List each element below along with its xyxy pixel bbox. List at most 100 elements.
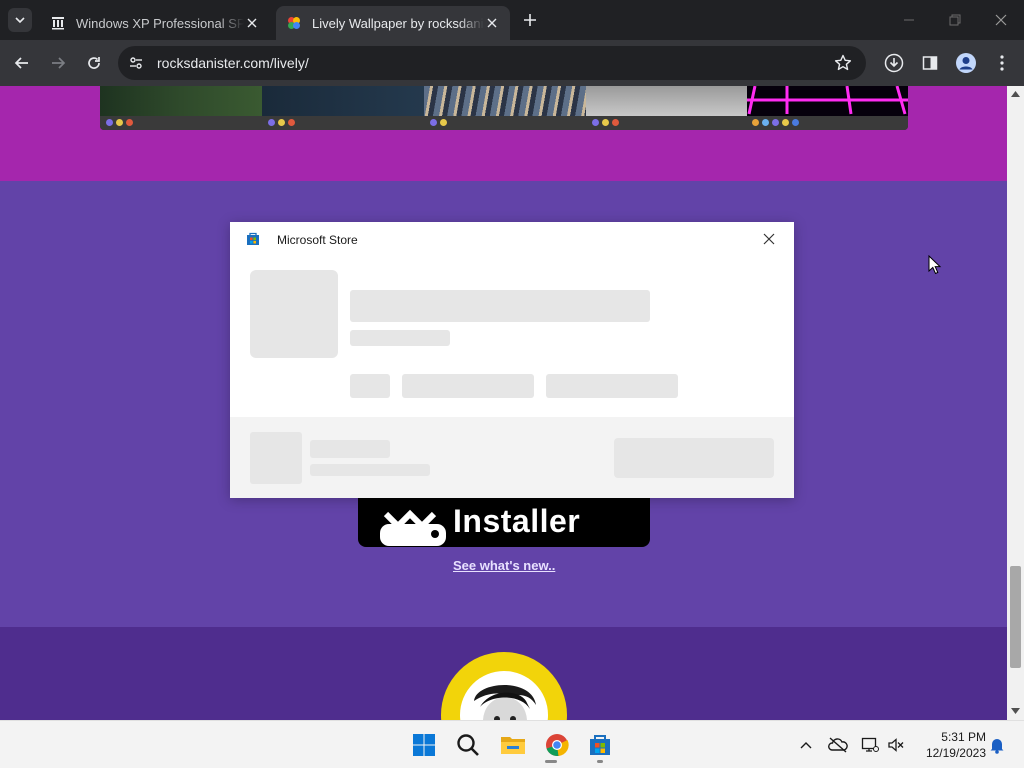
installer-label: Installer — [453, 503, 581, 539]
profile-button[interactable] — [954, 51, 978, 75]
tab-lively-wallpaper[interactable]: Lively Wallpaper by rocksdanister — [276, 6, 510, 40]
publisher-placeholder — [350, 330, 450, 346]
microsoft-store-icon — [247, 232, 259, 245]
minimize-icon — [904, 19, 914, 21]
clock-time: 5:31 PM — [941, 730, 986, 744]
running-indicator — [545, 760, 557, 763]
get-button-placeholder[interactable] — [614, 438, 774, 478]
microsoft-store-dialog: Microsoft Store — [230, 222, 794, 498]
badge-icons — [106, 119, 133, 127]
reload-icon — [88, 57, 100, 69]
scroll-up-icon[interactable] — [1011, 91, 1020, 97]
category-placeholder — [402, 374, 534, 398]
tab-close-button[interactable] — [484, 15, 500, 31]
scrollbar-thumb[interactable] — [1010, 566, 1021, 668]
badge-icons — [268, 119, 295, 127]
tab-title: Windows XP Professional SP3 (x86) : Micr… — [76, 15, 244, 31]
download-icon — [884, 53, 904, 73]
browser-toolbar: rocksdanister.com/lively/ — [0, 40, 1024, 86]
close-icon — [763, 233, 775, 245]
scroll-down-icon[interactable] — [1011, 708, 1020, 714]
arrow-left-icon — [14, 57, 28, 69]
microsoft-store-icon — [590, 735, 610, 755]
mouse-cursor-icon — [928, 255, 942, 275]
start-button[interactable] — [408, 729, 440, 761]
side-panel-icon — [922, 56, 938, 70]
tab-title: Lively Wallpaper by rocksdanister — [312, 15, 484, 31]
app-title-placeholder — [350, 290, 650, 322]
show-hidden-icons-button[interactable] — [796, 735, 816, 755]
onedrive-button[interactable] — [828, 735, 848, 755]
downloads-button[interactable] — [882, 51, 906, 75]
start-icon — [413, 734, 435, 756]
forward-button[interactable] — [46, 51, 70, 75]
close-icon — [247, 18, 257, 28]
volume-muted-icon — [888, 738, 904, 752]
chevron-down-icon — [15, 17, 25, 24]
gallery-thumbnail[interactable] — [424, 86, 586, 116]
menu-button[interactable] — [990, 51, 1014, 75]
network-button[interactable] — [860, 735, 880, 755]
network-icon — [861, 737, 879, 752]
notification-bell-icon — [990, 739, 1004, 754]
arrow-right-icon — [52, 57, 66, 69]
url-text: rocksdanister.com/lively/ — [157, 55, 309, 71]
dialog-close-button[interactable] — [760, 230, 778, 248]
tab-close-button[interactable] — [244, 15, 260, 31]
chrome-button[interactable] — [541, 729, 573, 761]
archive-icon — [52, 17, 64, 30]
app-installer-icon — [380, 509, 446, 546]
dialog-title: Microsoft Store — [277, 233, 358, 247]
tab-windows-xp[interactable]: Windows XP Professional SP3 (x86) : Micr… — [40, 6, 270, 40]
address-bar[interactable]: rocksdanister.com/lively/ — [118, 46, 866, 80]
close-icon — [995, 14, 1007, 26]
notifications-button[interactable] — [987, 735, 1007, 755]
chrome-icon — [546, 734, 569, 756]
lively-icon — [288, 17, 300, 29]
back-button[interactable] — [10, 51, 34, 75]
page-scrollbar[interactable] — [1007, 86, 1024, 720]
gallery-thumbnail[interactable] — [100, 86, 262, 116]
footer-subtitle-placeholder — [310, 464, 430, 476]
badge-icons — [430, 119, 447, 127]
info-placeholder — [546, 374, 678, 398]
system-clock[interactable]: 5:31 PM 12/19/2023 — [912, 729, 986, 761]
window-close-button[interactable] — [986, 8, 1016, 32]
gallery-thumbnail[interactable] — [262, 86, 424, 116]
bookmark-star-icon[interactable] — [834, 54, 852, 72]
restore-icon — [949, 14, 961, 26]
volume-button[interactable] — [886, 735, 906, 755]
gallery-thumbnail[interactable] — [586, 86, 747, 116]
file-explorer-button[interactable] — [497, 729, 529, 761]
side-panel-button[interactable] — [918, 51, 942, 75]
badge-icons — [592, 119, 619, 127]
footer-icon-placeholder — [250, 432, 302, 484]
footer-title-placeholder — [310, 440, 390, 458]
file-explorer-icon — [501, 737, 525, 754]
taskbar-search-button[interactable] — [452, 729, 484, 761]
plus-icon — [524, 14, 536, 26]
reload-button[interactable] — [82, 51, 106, 75]
close-icon — [487, 18, 497, 28]
microsoft-store-button[interactable] — [584, 729, 616, 761]
site-settings-icon[interactable] — [128, 55, 144, 71]
windows-taskbar: 5:31 PM 12/19/2023 — [0, 720, 1024, 768]
minimize-button[interactable] — [894, 8, 924, 32]
profile-icon — [956, 53, 976, 73]
tab-search-button[interactable] — [8, 8, 32, 32]
running-indicator — [597, 760, 603, 763]
browser-tab-bar: Windows XP Professional SP3 (x86) : Micr… — [0, 0, 1024, 40]
whats-new-link[interactable]: See what's new.. — [453, 558, 555, 573]
onedrive-offline-icon — [828, 737, 848, 753]
app-icon-placeholder — [250, 270, 338, 358]
rating-placeholder — [350, 374, 390, 398]
more-vertical-icon — [1000, 55, 1004, 71]
gallery-thumbnail[interactable] — [747, 86, 908, 116]
search-icon — [457, 734, 479, 756]
badge-icons — [752, 119, 799, 127]
clock-date: 12/19/2023 — [925, 746, 986, 760]
new-tab-button[interactable] — [520, 10, 540, 30]
avatar-image — [460, 671, 548, 720]
dialog-footer — [230, 417, 794, 498]
restore-button[interactable] — [940, 8, 970, 32]
